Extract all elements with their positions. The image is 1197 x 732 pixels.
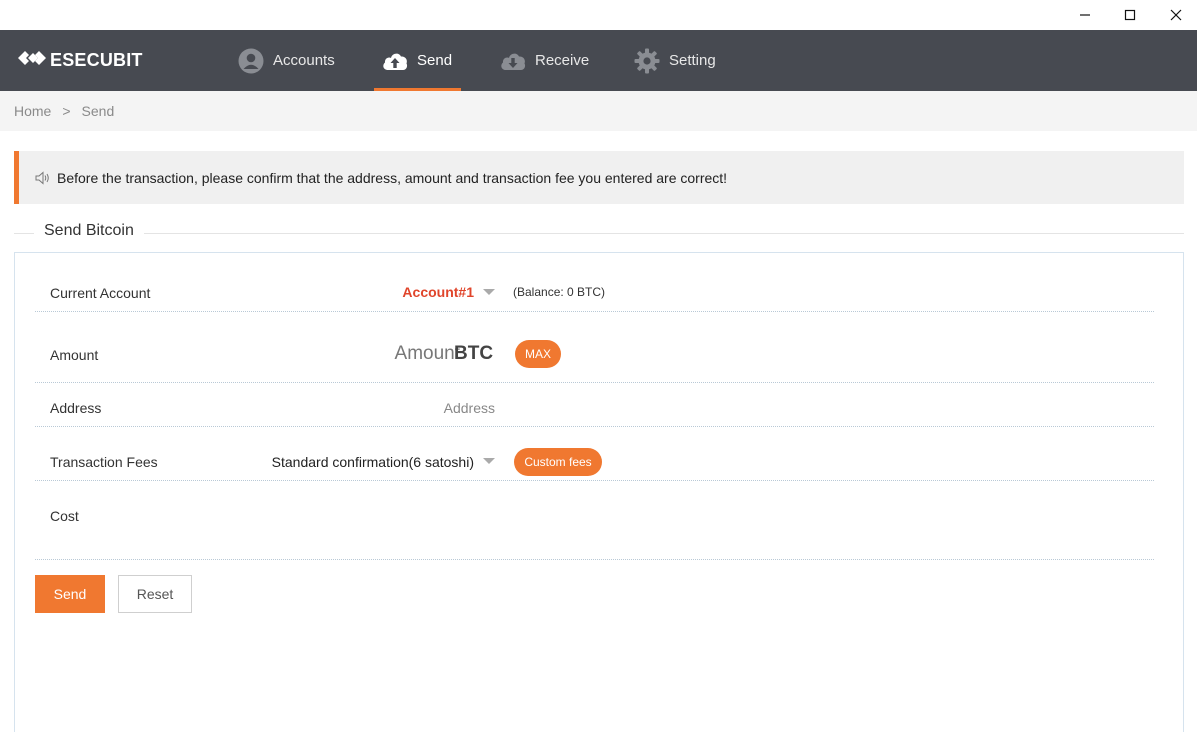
diamond-logo-icon: [18, 49, 46, 72]
window-titlebar: [0, 0, 1197, 30]
brand-name: ESECUBIT: [50, 49, 143, 70]
nav-label: Send: [417, 52, 453, 69]
gear-icon: [634, 48, 660, 74]
amount-input[interactable]: [315, 341, 460, 367]
row-divider: [35, 311, 1154, 312]
nav-item-setting[interactable]: Setting: [634, 30, 716, 91]
row-divider: [35, 426, 1154, 427]
send-form-panel: Current Account Account#1 (Balance: 0 BT…: [14, 252, 1184, 732]
account-balance: (Balance: 0 BTC): [513, 285, 606, 299]
brand-logo[interactable]: ESECUBIT: [18, 49, 143, 71]
breadcrumb-separator: >: [62, 103, 71, 119]
address-label: Address: [50, 400, 102, 416]
row-divider: [35, 382, 1154, 383]
nav-label: Setting: [669, 52, 716, 69]
account-select[interactable]: Account#1: [402, 284, 474, 300]
nav-item-receive[interactable]: Receive: [500, 30, 589, 91]
chevron-down-icon[interactable]: [483, 458, 495, 464]
max-button[interactable]: MAX: [515, 340, 561, 368]
breadcrumb: Home > Send: [0, 91, 1197, 131]
cloud-download-icon: [500, 48, 526, 74]
custom-fees-button[interactable]: Custom fees: [514, 448, 602, 476]
minimize-icon[interactable]: [1062, 0, 1108, 30]
nav-label: Accounts: [273, 52, 335, 69]
send-button[interactable]: Send: [35, 575, 105, 613]
notice-banner: Before the transaction, please confirm t…: [14, 151, 1184, 204]
user-icon: [238, 48, 264, 74]
maximize-icon[interactable]: [1107, 0, 1153, 30]
nav-item-send[interactable]: Send: [382, 30, 452, 91]
chevron-down-icon[interactable]: [483, 289, 495, 295]
speaker-icon: [35, 170, 50, 185]
amount-label: Amount: [50, 347, 99, 363]
close-icon[interactable]: [1153, 0, 1197, 30]
cost-label: Cost: [50, 508, 79, 524]
section-divider: [14, 233, 1184, 234]
nav-label: Receive: [535, 52, 590, 69]
cloud-upload-icon: [382, 48, 408, 74]
fee-select[interactable]: Standard confirmation(6 satoshi): [272, 454, 474, 470]
reset-button[interactable]: Reset: [118, 575, 192, 613]
breadcrumb-home[interactable]: Home: [14, 103, 51, 119]
row-divider: [35, 480, 1154, 481]
amount-unit: BTC: [454, 343, 494, 364]
row-divider: [35, 559, 1154, 560]
transaction-fees-label: Transaction Fees: [50, 454, 158, 470]
notice-text: Before the transaction, please confirm t…: [57, 169, 728, 186]
top-navbar: ESECUBIT Accounts Send Receive Setting: [0, 30, 1197, 91]
current-account-label: Current Account: [50, 285, 151, 301]
form-title: Send Bitcoin: [34, 222, 144, 240]
nav-item-accounts[interactable]: Accounts: [238, 30, 335, 91]
breadcrumb-current: Send: [81, 103, 115, 119]
address-input[interactable]: [295, 398, 495, 418]
